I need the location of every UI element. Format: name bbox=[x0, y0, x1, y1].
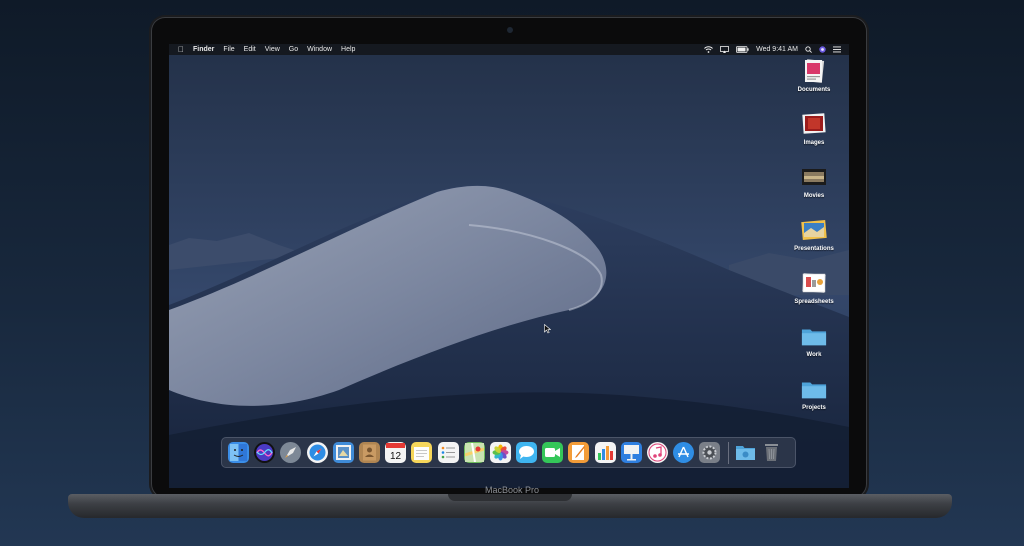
menu-edit[interactable]: Edit bbox=[244, 46, 256, 53]
laptop-lid:  Finder File Edit View Go Window Help W… bbox=[151, 17, 867, 498]
dock-finder[interactable] bbox=[228, 442, 249, 463]
contacts-book-icon bbox=[362, 444, 376, 461]
numbers-chart-icon bbox=[597, 446, 613, 460]
desktop-stack-documents[interactable]: Documents bbox=[789, 58, 839, 93]
mail-stamp-icon bbox=[335, 445, 351, 460]
trash-icon bbox=[764, 444, 778, 461]
screen:  Finder File Edit View Go Window Help W… bbox=[169, 44, 849, 488]
menu-clock[interactable]: Wed 9:41 AM bbox=[756, 46, 798, 53]
calendar-icon: 12 bbox=[386, 443, 406, 462]
dock-numbers[interactable] bbox=[594, 442, 616, 463]
desktop-stack-movies[interactable]: Movies bbox=[789, 164, 839, 199]
finder-icon bbox=[230, 444, 247, 461]
keynote-podium-icon bbox=[623, 445, 639, 461]
dock-downloads[interactable] bbox=[735, 442, 756, 463]
desktop-stack-label: Movies bbox=[803, 193, 825, 199]
menu-go[interactable]: Go bbox=[289, 46, 298, 53]
calendar-day: 12 bbox=[390, 451, 402, 462]
desktop-folder-work[interactable]: Work bbox=[789, 323, 839, 358]
dock-notes[interactable] bbox=[411, 442, 433, 463]
dock-pages[interactable] bbox=[568, 442, 590, 463]
notes-icon bbox=[414, 447, 430, 460]
downloads-folder-icon bbox=[735, 446, 755, 460]
desktop-stack-images[interactable]: Images bbox=[789, 111, 839, 146]
images-stack-icon bbox=[801, 111, 827, 137]
menu-help[interactable]: Help bbox=[341, 46, 355, 53]
dock: 12 bbox=[221, 437, 796, 468]
dock-trash[interactable] bbox=[761, 442, 782, 463]
reminders-list-icon bbox=[441, 446, 455, 459]
camera bbox=[507, 27, 513, 33]
lid-opening-notch bbox=[448, 494, 572, 501]
desktop-stack-label: Presentations bbox=[794, 246, 834, 252]
desktop-folder-label: Projects bbox=[802, 405, 826, 411]
desktop-stack-presentations[interactable]: Presentations bbox=[789, 217, 839, 252]
menu-finder[interactable]: Finder bbox=[193, 46, 214, 53]
wifi-icon[interactable] bbox=[704, 46, 713, 53]
app-store-icon bbox=[678, 446, 690, 458]
system-preferences-gear-icon bbox=[702, 445, 717, 460]
folder-icon bbox=[801, 376, 827, 402]
dock-reminders[interactable] bbox=[437, 442, 459, 463]
photos-pinwheel-icon bbox=[492, 444, 509, 461]
itunes-note-icon bbox=[648, 443, 667, 462]
dock-photos[interactable] bbox=[489, 442, 511, 463]
laptop-base bbox=[68, 494, 952, 518]
presentations-stack-icon bbox=[801, 217, 827, 243]
safari-compass-icon bbox=[309, 444, 326, 461]
dock-itunes[interactable] bbox=[647, 442, 668, 463]
dock-launchpad[interactable] bbox=[280, 442, 302, 463]
dock-separator bbox=[727, 441, 729, 464]
pages-pen-icon bbox=[572, 445, 586, 460]
desktop-folder-label: Work bbox=[806, 352, 822, 358]
airplay-icon[interactable] bbox=[720, 46, 729, 53]
desktop-stack-label: Spreadsheets bbox=[794, 299, 834, 305]
menu-file[interactable]: File bbox=[223, 46, 234, 53]
mouse-pointer-icon bbox=[544, 324, 551, 334]
launchpad-rocket-icon bbox=[285, 447, 297, 458]
dock-maps[interactable] bbox=[463, 442, 485, 463]
dock-messages[interactable] bbox=[516, 442, 538, 463]
desktop-stack-label: Images bbox=[803, 140, 825, 146]
menu-bar:  Finder File Edit View Go Window Help W… bbox=[169, 44, 849, 55]
desktop-stack-spreadsheets[interactable]: Spreadsheets bbox=[789, 270, 839, 305]
dock-calendar[interactable]: 12 bbox=[385, 442, 407, 463]
status-menus: Wed 9:41 AM bbox=[704, 44, 841, 55]
dock-siri[interactable] bbox=[254, 442, 276, 463]
dock-facetime[interactable] bbox=[542, 442, 564, 463]
device-brand-label: MacBook Pro bbox=[484, 485, 540, 495]
dock-mail[interactable] bbox=[332, 442, 354, 463]
wallpaper-mojave-night bbox=[169, 55, 849, 488]
dock-contacts[interactable] bbox=[358, 442, 380, 463]
spotlight-search-icon[interactable] bbox=[805, 46, 812, 53]
facetime-camera-icon bbox=[545, 448, 561, 457]
dock-keynote[interactable] bbox=[620, 442, 642, 463]
siri-icon bbox=[256, 444, 274, 461]
movies-stack-icon bbox=[801, 164, 827, 190]
spreadsheets-stack-icon bbox=[801, 270, 827, 296]
siri-menu-icon[interactable] bbox=[819, 46, 826, 53]
documents-stack-icon bbox=[801, 58, 827, 84]
desktop-folder-projects[interactable]: Projects bbox=[789, 376, 839, 411]
desktop-stack-label: Documents bbox=[797, 87, 831, 93]
notification-center-icon[interactable] bbox=[833, 46, 841, 53]
dock-safari[interactable] bbox=[306, 442, 328, 463]
messages-bubble-icon bbox=[519, 446, 535, 459]
battery-icon[interactable] bbox=[736, 46, 749, 53]
folder-icon bbox=[801, 323, 827, 349]
apple-menu-icon[interactable]:  bbox=[178, 45, 184, 54]
dock-app-store[interactable] bbox=[673, 442, 695, 463]
menu-window[interactable]: Window bbox=[307, 46, 332, 53]
maps-icon bbox=[464, 443, 484, 462]
dock-system-preferences[interactable] bbox=[699, 442, 721, 463]
menu-view[interactable]: View bbox=[265, 46, 280, 53]
